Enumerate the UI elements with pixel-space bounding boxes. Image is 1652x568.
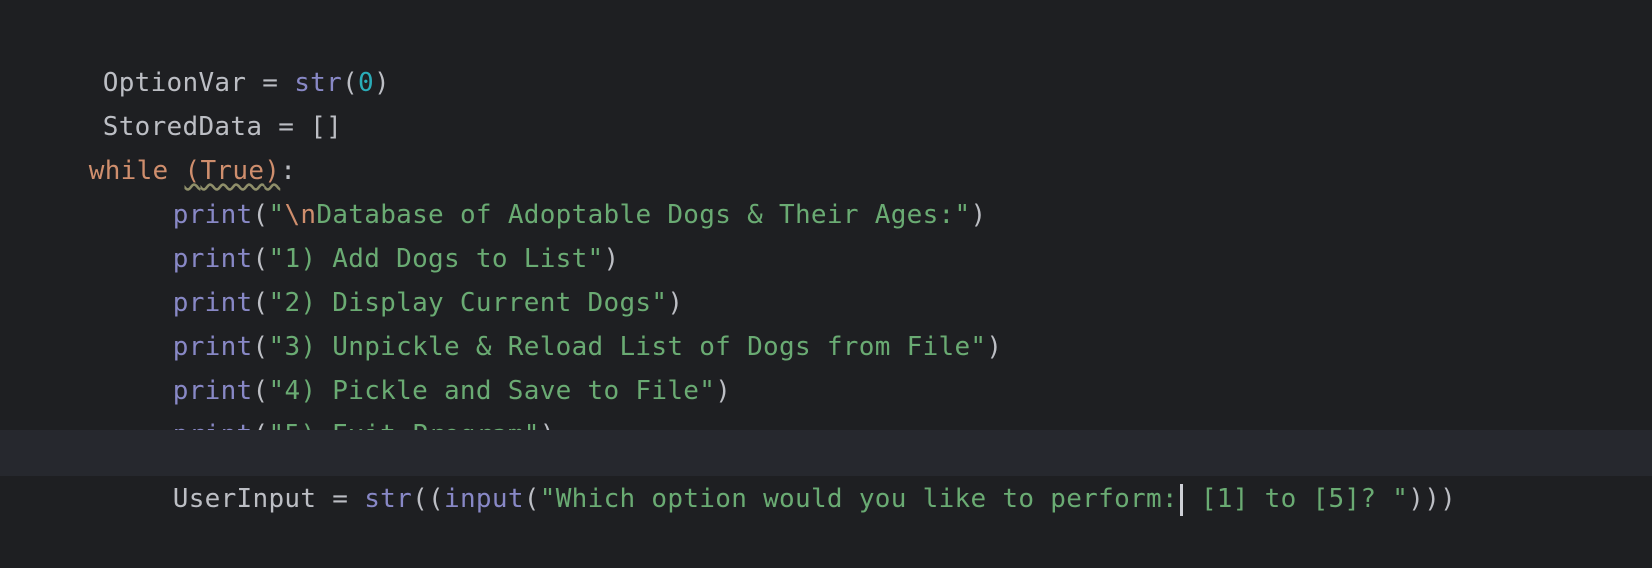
token-builtin: input	[444, 484, 524, 514]
code-line-9[interactable]: print("5) Exit Program")	[0, 366, 1652, 450]
code-editor[interactable]: OptionVar = str(0) StoredData = [] while…	[0, 0, 1652, 516]
token-builtin: str	[364, 484, 413, 514]
token-paren: (	[523, 484, 540, 514]
code-line-4[interactable]: print("\nDatabase of Adoptable Dogs & Th…	[0, 146, 1652, 230]
text-caret	[1179, 483, 1183, 516]
token-identifier: UserInput	[172, 484, 317, 514]
code-line-7[interactable]: print("3) Unpickle & Reload List of Dogs…	[0, 278, 1652, 362]
code-line-8[interactable]: print("4) Pickle and Save to File")	[0, 322, 1652, 406]
token-string: "Which option would you like to perform:	[539, 484, 1178, 514]
token-string: [1] to [5]? "	[1184, 484, 1409, 514]
token-operator: =	[316, 484, 365, 514]
token-paren: ((	[412, 484, 444, 514]
code-line-2[interactable]: StoredData = []	[0, 58, 1652, 142]
token-paren: )))	[1408, 484, 1457, 514]
code-line-6[interactable]: print("2) Display Current Dogs")	[0, 234, 1652, 318]
code-line-3[interactable]: while (True):	[0, 102, 1652, 186]
code-line-1[interactable]: OptionVar = str(0)	[0, 14, 1652, 98]
code-line-10-current[interactable]: UserInput = str((input("Which option wou…	[0, 430, 1652, 516]
code-line-5[interactable]: print("1) Add Dogs to List")	[0, 190, 1652, 274]
